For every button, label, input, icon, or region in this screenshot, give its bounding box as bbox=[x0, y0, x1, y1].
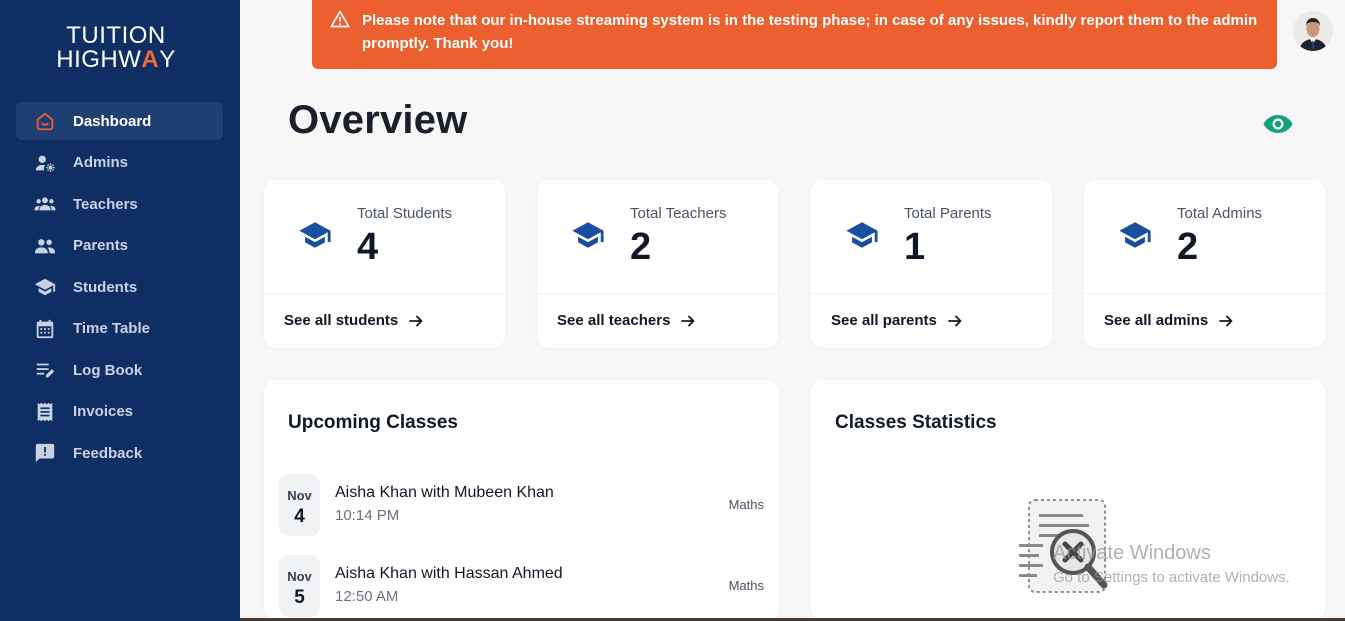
stat-card-parents: Total Parents 1 See all parents bbox=[811, 180, 1052, 348]
sidebar-item-dashboard[interactable]: Dashboard bbox=[16, 102, 223, 140]
date-day: 5 bbox=[294, 587, 305, 608]
date-badge: Nov 5 bbox=[279, 555, 320, 617]
logo-line-1: TUITION bbox=[66, 22, 166, 49]
date-month: Nov bbox=[287, 488, 312, 503]
sidebar-nav: Dashboard Admins Teachers Parents Studen… bbox=[16, 102, 223, 476]
see-all-teachers-link[interactable]: See all teachers bbox=[557, 312, 696, 329]
sidebar-item-label: Admins bbox=[73, 154, 129, 171]
divider bbox=[811, 293, 1052, 294]
class-time: 10:14 PM bbox=[335, 507, 400, 524]
sidebar-item-label: Feedback bbox=[73, 444, 143, 462]
class-name: Aisha Khan with Mubeen Khan bbox=[335, 484, 554, 501]
people-icon bbox=[32, 235, 58, 257]
list-item[interactable]: Nov 5 Aisha Khan with Hassan Ahmed 12:50… bbox=[279, 555, 764, 617]
sidebar-item-label: Invoices bbox=[73, 403, 134, 420]
graduation-cap-icon bbox=[846, 222, 878, 248]
sidebar-item-students[interactable]: Students bbox=[16, 268, 223, 306]
see-all-admins-link[interactable]: See all admins bbox=[1104, 312, 1234, 329]
stat-label: Total Admins bbox=[1177, 205, 1263, 222]
sidebar-item-time-table[interactable]: Time Table bbox=[16, 310, 223, 348]
link-label: See all students bbox=[284, 312, 399, 329]
arrow-right-icon bbox=[409, 315, 423, 326]
stat-value: 2 bbox=[630, 226, 652, 268]
sidebar-item-label: Dashboard bbox=[73, 112, 152, 130]
activate-windows-watermark: Activate Windows Go to Settings to activ… bbox=[1053, 542, 1290, 586]
sidebar-item-teachers[interactable]: Teachers bbox=[16, 185, 223, 223]
stat-label: Total Students bbox=[357, 205, 453, 222]
stat-label: Total Parents bbox=[904, 205, 992, 222]
warning-icon bbox=[330, 10, 350, 28]
calendar-icon bbox=[32, 318, 58, 340]
notice-banner: Please note that our in-house streaming … bbox=[312, 0, 1277, 69]
sidebar-item-admins[interactable]: Admins bbox=[16, 144, 223, 182]
tuition-highway-logo[interactable]: TUITION HIGHWAY bbox=[0, 24, 232, 72]
graduation-cap-icon bbox=[1119, 222, 1151, 248]
panel-title: Classes Statistics bbox=[835, 412, 997, 433]
watermark-subtitle: Go to Settings to activate Windows. bbox=[1053, 569, 1290, 586]
panel-title: Upcoming Classes bbox=[288, 412, 458, 433]
see-all-students-link[interactable]: See all students bbox=[284, 312, 424, 329]
list-item[interactable]: Nov 4 Aisha Khan with Mubeen Khan 10:14 … bbox=[279, 474, 764, 536]
sidebar-item-label: Teachers bbox=[73, 195, 138, 213]
stat-label: Total Teachers bbox=[630, 205, 727, 222]
divider bbox=[537, 293, 778, 294]
user-avatar[interactable] bbox=[1293, 11, 1333, 51]
date-day: 4 bbox=[294, 506, 305, 527]
link-label: See all teachers bbox=[557, 312, 671, 329]
graduation-cap-icon bbox=[299, 222, 331, 248]
sidebar-item-label: Time Table bbox=[73, 320, 150, 337]
stat-card-students: Total Students 4 See all students bbox=[264, 180, 505, 348]
class-subject: Maths bbox=[728, 578, 764, 593]
sidebar-item-label: Log Book bbox=[73, 361, 143, 379]
sidebar-item-label: Students bbox=[73, 278, 138, 296]
arrow-right-icon bbox=[681, 315, 695, 326]
date-month: Nov bbox=[287, 569, 312, 584]
eye-icon[interactable] bbox=[1262, 112, 1294, 136]
stat-card-teachers: Total Teachers 2 See all teachers bbox=[537, 180, 778, 348]
edit-list-icon bbox=[32, 359, 58, 381]
home-icon bbox=[32, 110, 58, 132]
notice-message: Please note that our in-house streaming … bbox=[362, 12, 1258, 52]
sidebar-item-parents[interactable]: Parents bbox=[16, 227, 223, 265]
arrow-right-icon bbox=[947, 315, 962, 326]
link-label: See all admins bbox=[1104, 312, 1209, 329]
stat-value: 1 bbox=[904, 226, 926, 268]
watermark-title: Activate Windows bbox=[1053, 542, 1211, 564]
group-icon bbox=[32, 193, 58, 215]
page-title: Overview bbox=[288, 98, 468, 142]
class-time: 12:50 AM bbox=[335, 588, 399, 605]
divider bbox=[264, 293, 505, 294]
graduation-cap-icon bbox=[572, 222, 604, 248]
class-name: Aisha Khan with Hassan Ahmed bbox=[335, 565, 563, 582]
upcoming-classes-panel: Upcoming Classes Nov 4 Aisha Khan with M… bbox=[264, 380, 779, 621]
divider bbox=[1084, 293, 1325, 294]
sidebar-item-invoices[interactable]: Invoices bbox=[16, 393, 223, 431]
admin-icon bbox=[32, 152, 58, 174]
feedback-icon bbox=[32, 442, 58, 464]
logo-line-2: HIGHWAY bbox=[56, 46, 176, 73]
see-all-parents-link[interactable]: See all parents bbox=[831, 312, 963, 329]
stat-value: 2 bbox=[1177, 226, 1199, 268]
sidebar-item-feedback[interactable]: Feedback bbox=[16, 434, 223, 472]
graduation-cap-icon bbox=[32, 276, 58, 298]
invoice-icon bbox=[32, 401, 58, 423]
stat-card-admins: Total Admins 2 See all admins bbox=[1084, 180, 1325, 348]
arrow-right-icon bbox=[1219, 315, 1233, 326]
sidebar-item-log-book[interactable]: Log Book bbox=[16, 351, 223, 389]
stat-value: 4 bbox=[357, 226, 379, 268]
class-subject: Maths bbox=[728, 497, 764, 512]
sidebar: TUITION HIGHWAY Dashboard Admins Teacher… bbox=[0, 0, 240, 621]
link-label: See all parents bbox=[831, 312, 937, 329]
date-badge: Nov 4 bbox=[279, 474, 320, 536]
sidebar-item-label: Parents bbox=[73, 237, 129, 254]
